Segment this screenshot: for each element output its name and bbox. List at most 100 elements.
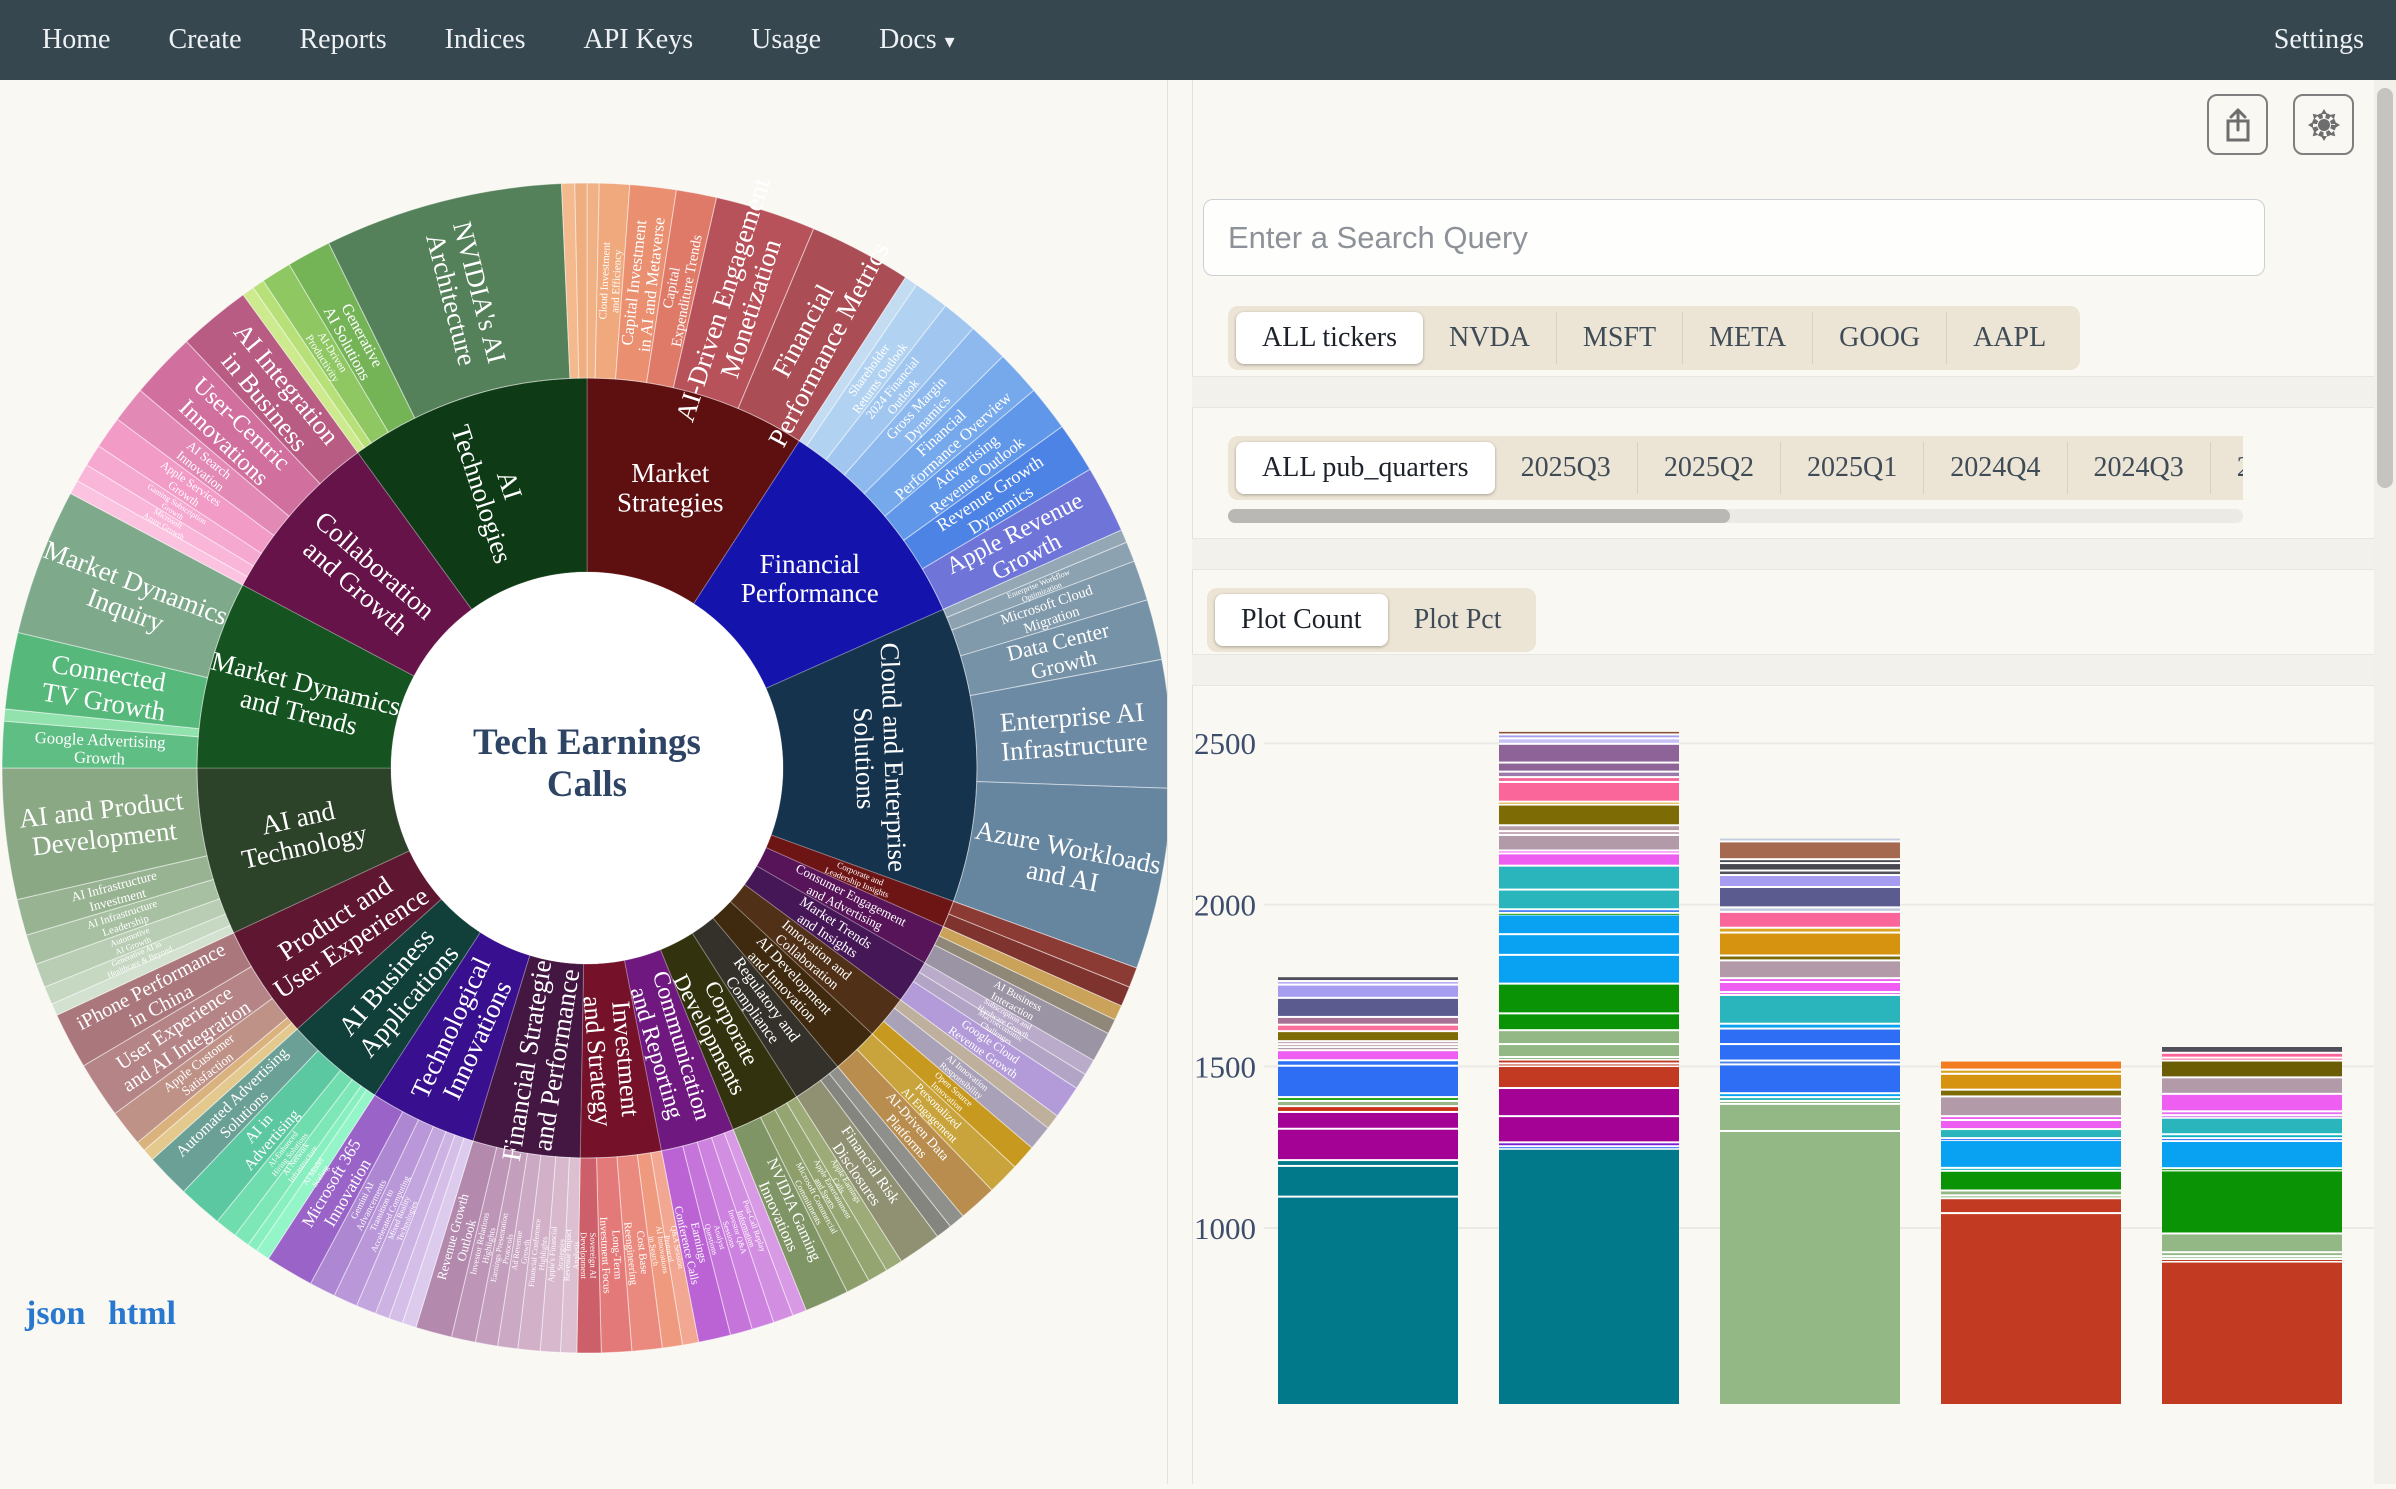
bar-segment[interactable] — [1720, 888, 1900, 906]
bar-segment[interactable] — [1499, 1117, 1679, 1141]
bar-segment[interactable] — [1499, 735, 1679, 737]
nav-item-usage[interactable]: Usage — [751, 24, 821, 56]
bar-segment[interactable] — [1720, 913, 1900, 927]
bar-segment[interactable] — [1941, 1091, 2121, 1096]
bar-segment[interactable] — [1720, 872, 1900, 875]
bar-segment[interactable] — [1278, 1032, 1458, 1040]
bar-segment[interactable] — [2162, 1234, 2342, 1251]
bar-segment[interactable] — [1720, 957, 1900, 960]
bar-segment[interactable] — [1278, 1061, 1458, 1064]
bar-segment[interactable] — [1720, 839, 1900, 841]
bar-segment[interactable] — [1720, 876, 1900, 886]
bar-segment[interactable] — [1720, 1094, 1900, 1096]
nav-item-api-keys[interactable]: API Keys — [583, 24, 693, 56]
bar-segment[interactable] — [2162, 1142, 2342, 1167]
bar-segment[interactable] — [1720, 929, 1900, 932]
bar-segment[interactable] — [1278, 1048, 1458, 1049]
bar-segment[interactable] — [1499, 773, 1679, 776]
bar-segment[interactable] — [2162, 1169, 2342, 1170]
bar-segment[interactable] — [1941, 1130, 2121, 1137]
bar-segment[interactable] — [1720, 934, 1900, 955]
bar-segment[interactable] — [1499, 915, 1679, 933]
quarters-scrollbar-track[interactable] — [1228, 509, 2243, 523]
bar-segment[interactable] — [1941, 1062, 2121, 1069]
bar-segment[interactable] — [1499, 1064, 1679, 1065]
quarter-all-pub-quarters[interactable]: ALL pub_quarters — [1236, 442, 1495, 494]
bar-segment[interactable] — [1499, 739, 1679, 742]
bar-segment[interactable] — [1941, 1071, 2121, 1073]
bar-segment[interactable] — [1720, 1098, 1900, 1100]
bar-segment[interactable] — [1941, 1214, 2121, 1404]
quarters-scrollbar-thumb[interactable] — [1228, 509, 1730, 523]
bar-segment[interactable] — [1278, 1107, 1458, 1111]
nav-item-reports[interactable]: Reports — [300, 24, 387, 56]
bar-segment[interactable] — [1941, 1075, 2121, 1089]
bar-segment[interactable] — [1499, 832, 1679, 834]
bar-segment[interactable] — [1499, 732, 1679, 734]
bar-segment[interactable] — [1499, 1143, 1679, 1145]
plot-toggle-plot-pct[interactable]: Plot Pct — [1388, 594, 1528, 646]
bar-segment[interactable] — [1499, 851, 1679, 852]
bar-segment[interactable] — [1278, 1102, 1458, 1105]
bar-segment[interactable] — [1720, 1030, 1900, 1044]
bar-segment[interactable] — [1941, 1139, 2121, 1140]
bar-segment[interactable] — [1278, 977, 1458, 980]
bar-segment[interactable] — [1499, 891, 1679, 909]
bar-segment[interactable] — [1941, 1199, 2121, 1212]
bar-segment[interactable] — [1499, 836, 1679, 850]
bar-segment[interactable] — [1720, 864, 1900, 869]
bar-segment[interactable] — [1720, 1102, 1900, 1103]
bar-segment[interactable] — [1499, 764, 1679, 771]
bar-segment[interactable] — [1278, 1161, 1458, 1165]
bar-segment[interactable] — [2162, 1047, 2342, 1052]
nav-item-home[interactable]: Home — [42, 24, 110, 56]
bar-segment[interactable] — [1499, 1089, 1679, 1115]
bar-segment[interactable] — [2162, 1095, 2342, 1110]
bar-segment[interactable] — [2162, 1119, 2342, 1133]
bar-segment[interactable] — [2162, 1139, 2342, 1140]
html-download-link[interactable]: html — [108, 1295, 176, 1333]
bar-segment[interactable] — [1499, 1058, 1679, 1059]
bar-segment[interactable] — [1499, 1014, 1679, 1029]
bar-segment[interactable] — [1720, 908, 1900, 911]
bar-segment[interactable] — [1499, 1067, 1679, 1087]
quarter-2024q4[interactable]: 2024Q4 — [1923, 442, 2066, 494]
bar-segment[interactable] — [1720, 983, 1900, 991]
bar-segment[interactable] — [1499, 1061, 1679, 1063]
bar-segment[interactable] — [1499, 745, 1679, 762]
plot-toggle-plot-count[interactable]: Plot Count — [1215, 594, 1388, 646]
bar-segment[interactable] — [1941, 1121, 2121, 1128]
nav-item-create[interactable]: Create — [168, 24, 241, 56]
quarter-2025q1[interactable]: 2025Q1 — [1780, 442, 1923, 494]
bar-segment[interactable] — [1720, 961, 1900, 977]
bar-segment[interactable] — [2162, 1253, 2342, 1255]
quarter-2025q2[interactable]: 2025Q2 — [1637, 442, 1780, 494]
ticker-aapl[interactable]: AAPL — [1946, 312, 2072, 364]
bar-segment[interactable] — [1499, 778, 1679, 781]
json-download-link[interactable]: json — [25, 1295, 85, 1333]
quarter-2024q3[interactable]: 2024Q3 — [2067, 442, 2210, 494]
bar-segment[interactable] — [2162, 1135, 2342, 1137]
bar-segment[interactable] — [1278, 1026, 1458, 1030]
bar-segment[interactable] — [1941, 1172, 2121, 1190]
nav-item-docs[interactable]: Docs▾ — [879, 24, 955, 56]
bar-segment[interactable] — [1720, 996, 1900, 1023]
bar-segment[interactable] — [1720, 993, 1900, 994]
ticker-all-tickers[interactable]: ALL tickers — [1236, 312, 1423, 364]
bar-segment[interactable] — [1499, 910, 1679, 912]
bar-segment[interactable] — [2162, 1059, 2342, 1060]
bar-segment[interactable] — [1499, 956, 1679, 983]
bar-segment[interactable] — [2162, 1260, 2342, 1261]
bar-segment[interactable] — [1278, 1045, 1458, 1046]
bar-segment[interactable] — [1499, 914, 1679, 915]
nav-item-settings[interactable]: Settings — [2274, 24, 2364, 56]
bar-segment[interactable] — [2162, 1112, 2342, 1114]
bar-segment[interactable] — [1278, 1067, 1458, 1096]
nav-item-indices[interactable]: Indices — [445, 24, 526, 56]
search-input[interactable] — [1203, 199, 2265, 276]
sunburst-chart[interactable]: MarketStrategiesFinancialPerformanceClou… — [0, 80, 1167, 1484]
bar-segment[interactable] — [1499, 803, 1679, 804]
bar-segment[interactable] — [1278, 1018, 1458, 1024]
page-scrollbar-thumb[interactable] — [2377, 88, 2393, 488]
bar-segment[interactable] — [1499, 783, 1679, 801]
